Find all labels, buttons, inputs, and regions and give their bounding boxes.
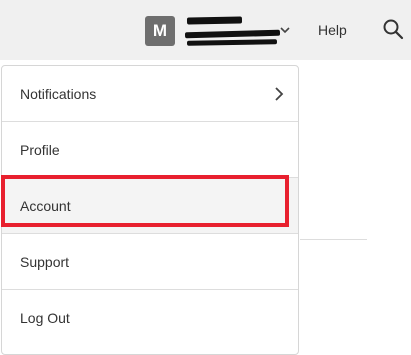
menu-item-label: Log Out [20,310,70,326]
menu-item-support[interactable]: Support [2,234,298,290]
chevron-right-icon [275,87,284,101]
menu-item-notifications[interactable]: Notifications [2,66,298,122]
background-divider [300,239,367,240]
menu-item-label: Notifications [20,86,97,102]
chevron-down-icon[interactable] [280,26,290,34]
redacted-email [184,29,281,39]
menu-item-log-out[interactable]: Log Out [2,290,298,346]
highlight-box [1,175,289,227]
search-icon[interactable] [382,18,404,40]
menu-item-label: Profile [20,142,60,158]
menu-item-profile[interactable]: Profile [2,122,298,178]
help-link[interactable]: Help [318,21,347,39]
menu-item-label: Support [20,254,70,270]
redacted-email-underline [186,39,278,46]
redacted-username [186,16,243,25]
avatar[interactable]: M [145,16,175,46]
top-bar: M Help [0,0,411,60]
